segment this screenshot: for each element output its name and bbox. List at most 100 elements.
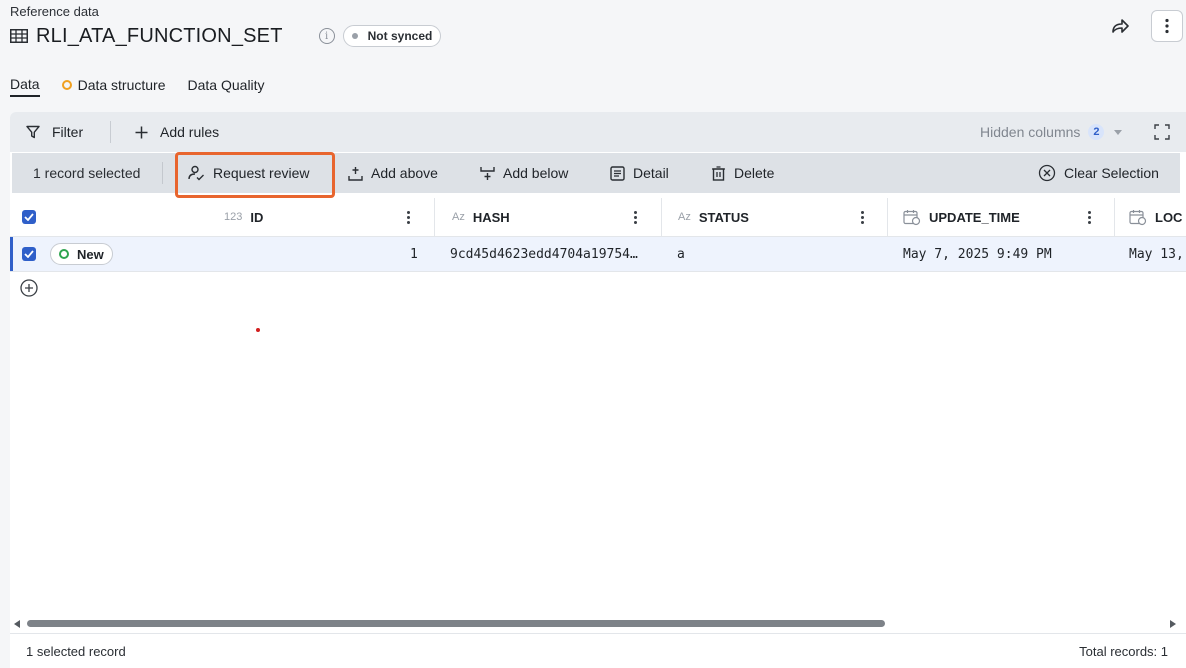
- row-status-cell: New: [50, 237, 113, 271]
- trash-icon: [712, 165, 725, 181]
- checkbox-checked-icon: [22, 210, 36, 224]
- filter-label: Filter: [52, 124, 84, 140]
- calendar-clock-icon: [903, 209, 921, 225]
- text-type-icon: Az: [452, 211, 465, 223]
- tab-bar: Data Data structure Data Quality: [10, 76, 287, 97]
- row-checkbox[interactable]: [22, 237, 36, 271]
- text-type-icon: Az: [678, 211, 691, 223]
- column-name-id: ID: [250, 209, 264, 225]
- total-records-text: Total records: 1: [1079, 643, 1168, 659]
- more-options-button[interactable]: [1151, 10, 1183, 42]
- column-menu-icon[interactable]: [856, 208, 868, 226]
- title-row: RLI_ATA_FUNCTION_SET i Not synced: [10, 24, 442, 48]
- column-name-update-time: UPDATE_TIME: [929, 209, 1020, 225]
- add-rules-button[interactable]: Add rules: [135, 112, 219, 152]
- tab-data-label: Data: [10, 76, 40, 92]
- select-all-checkbox[interactable]: [22, 198, 36, 236]
- fullscreen-icon[interactable]: [1153, 123, 1171, 141]
- add-above-button[interactable]: Add above: [348, 153, 438, 193]
- add-below-button[interactable]: Add below: [480, 153, 568, 193]
- share-button[interactable]: [1106, 14, 1134, 38]
- checkbox-checked-icon: [22, 247, 36, 261]
- insert-below-icon: [480, 166, 495, 180]
- column-menu-icon[interactable]: [1083, 208, 1095, 226]
- add-rules-label: Add rules: [160, 124, 220, 140]
- column-name-hash: HASH: [472, 209, 510, 225]
- row-selected-indicator: [10, 237, 13, 271]
- tab-data-quality-label: Data Quality: [187, 77, 265, 93]
- insert-above-icon: [348, 166, 363, 181]
- delete-button[interactable]: Delete: [711, 153, 774, 193]
- horizontal-scrollbar[interactable]: [10, 617, 1186, 631]
- more-vertical-icon: [1165, 18, 1169, 34]
- cell-update-time[interactable]: May 7, 2025 9:49 PM: [903, 237, 1052, 271]
- request-review-highlight: [175, 152, 335, 198]
- scroll-left-icon[interactable]: [14, 620, 20, 628]
- column-divider: [1114, 198, 1115, 236]
- add-row-icon[interactable]: [20, 279, 38, 297]
- grid-header: 123 ID Az HASH Az STATUS UPDATE_TIME LOC: [10, 198, 1186, 237]
- clear-selection-label: Clear Selection: [1064, 165, 1159, 181]
- cell-hash[interactable]: 9cd45d4623edd4704a19754…: [450, 237, 638, 271]
- cell-loc[interactable]: May 13,: [1129, 237, 1184, 271]
- column-name-loc: LOC: [1155, 209, 1183, 225]
- status-dot-icon: [351, 33, 358, 39]
- tab-data-structure-label: Data structure: [77, 77, 166, 93]
- column-divider: [887, 198, 888, 236]
- column-menu-icon[interactable]: [402, 208, 414, 226]
- column-header-status[interactable]: Az STATUS: [678, 198, 749, 236]
- tab-data[interactable]: Data: [10, 76, 40, 97]
- delete-label: Delete: [734, 165, 775, 181]
- column-menu-icon[interactable]: [629, 208, 641, 226]
- clear-selection-button[interactable]: Clear Selection: [1038, 153, 1159, 193]
- detail-label: Detail: [633, 165, 669, 181]
- page-title: RLI_ATA_FUNCTION_SET: [36, 24, 283, 47]
- filter-button[interactable]: Filter: [26, 112, 83, 152]
- chevron-down-icon: [1114, 129, 1123, 135]
- column-divider: [661, 198, 662, 236]
- cell-id[interactable]: 1: [410, 237, 418, 271]
- number-type-icon: 123: [224, 211, 243, 223]
- add-above-label: Add above: [371, 165, 438, 181]
- calendar-clock-icon: [1129, 209, 1147, 225]
- hidden-columns-dropdown[interactable]: Hidden columns 2: [980, 112, 1123, 152]
- scrollbar-thumb[interactable]: [27, 620, 885, 627]
- selected-records-text: 1 selected record: [26, 643, 126, 659]
- info-icon[interactable]: i: [318, 28, 335, 44]
- detail-button[interactable]: Detail: [610, 153, 669, 193]
- selection-divider: [162, 162, 163, 184]
- sync-status-label: Not synced: [367, 29, 433, 43]
- column-header-loc[interactable]: LOC: [1129, 198, 1182, 236]
- page-subtitle: Reference data: [10, 4, 99, 19]
- hidden-columns-label: Hidden columns: [980, 124, 1081, 140]
- hidden-columns-count: 2: [1088, 124, 1105, 140]
- grid-footer: 1 selected record Total records: 1: [10, 633, 1186, 668]
- new-badge-label: New: [77, 246, 104, 262]
- tab-data-quality[interactable]: Data Quality: [188, 76, 265, 97]
- new-dot-icon: [59, 249, 69, 259]
- cursor-marker: [256, 328, 260, 332]
- sync-status-badge: Not synced: [342, 25, 442, 47]
- table-row[interactable]: New 1 9cd45d4623edd4704a19754… a May 7, …: [10, 237, 1186, 272]
- filter-icon: [26, 125, 40, 139]
- column-header-id[interactable]: 123 ID: [224, 198, 263, 236]
- column-divider: [434, 198, 435, 236]
- grid-toolbar: Filter Add rules Hidden columns 2: [10, 112, 1186, 152]
- tab-data-structure[interactable]: Data structure: [61, 76, 166, 97]
- detail-icon: [610, 165, 625, 181]
- toolbar-divider: [110, 121, 111, 143]
- add-below-label: Add below: [503, 165, 569, 181]
- selection-action-bar: 1 record selected Request review Add abo…: [12, 152, 1180, 198]
- scroll-right-icon[interactable]: [1170, 620, 1176, 628]
- column-header-update-time[interactable]: UPDATE_TIME: [903, 198, 1020, 236]
- table-icon: [10, 29, 28, 43]
- column-name-status: STATUS: [698, 209, 749, 225]
- selected-count: 1 record selected: [33, 165, 141, 181]
- share-icon: [1112, 19, 1129, 33]
- column-header-hash[interactable]: Az HASH: [452, 198, 510, 236]
- data-panel: Filter Add rules Hidden columns 2 1 reco…: [10, 112, 1186, 668]
- clear-circle-icon: [1038, 164, 1056, 182]
- new-record-badge: New: [50, 243, 113, 265]
- plus-icon: [135, 126, 148, 138]
- cell-status[interactable]: a: [677, 237, 685, 271]
